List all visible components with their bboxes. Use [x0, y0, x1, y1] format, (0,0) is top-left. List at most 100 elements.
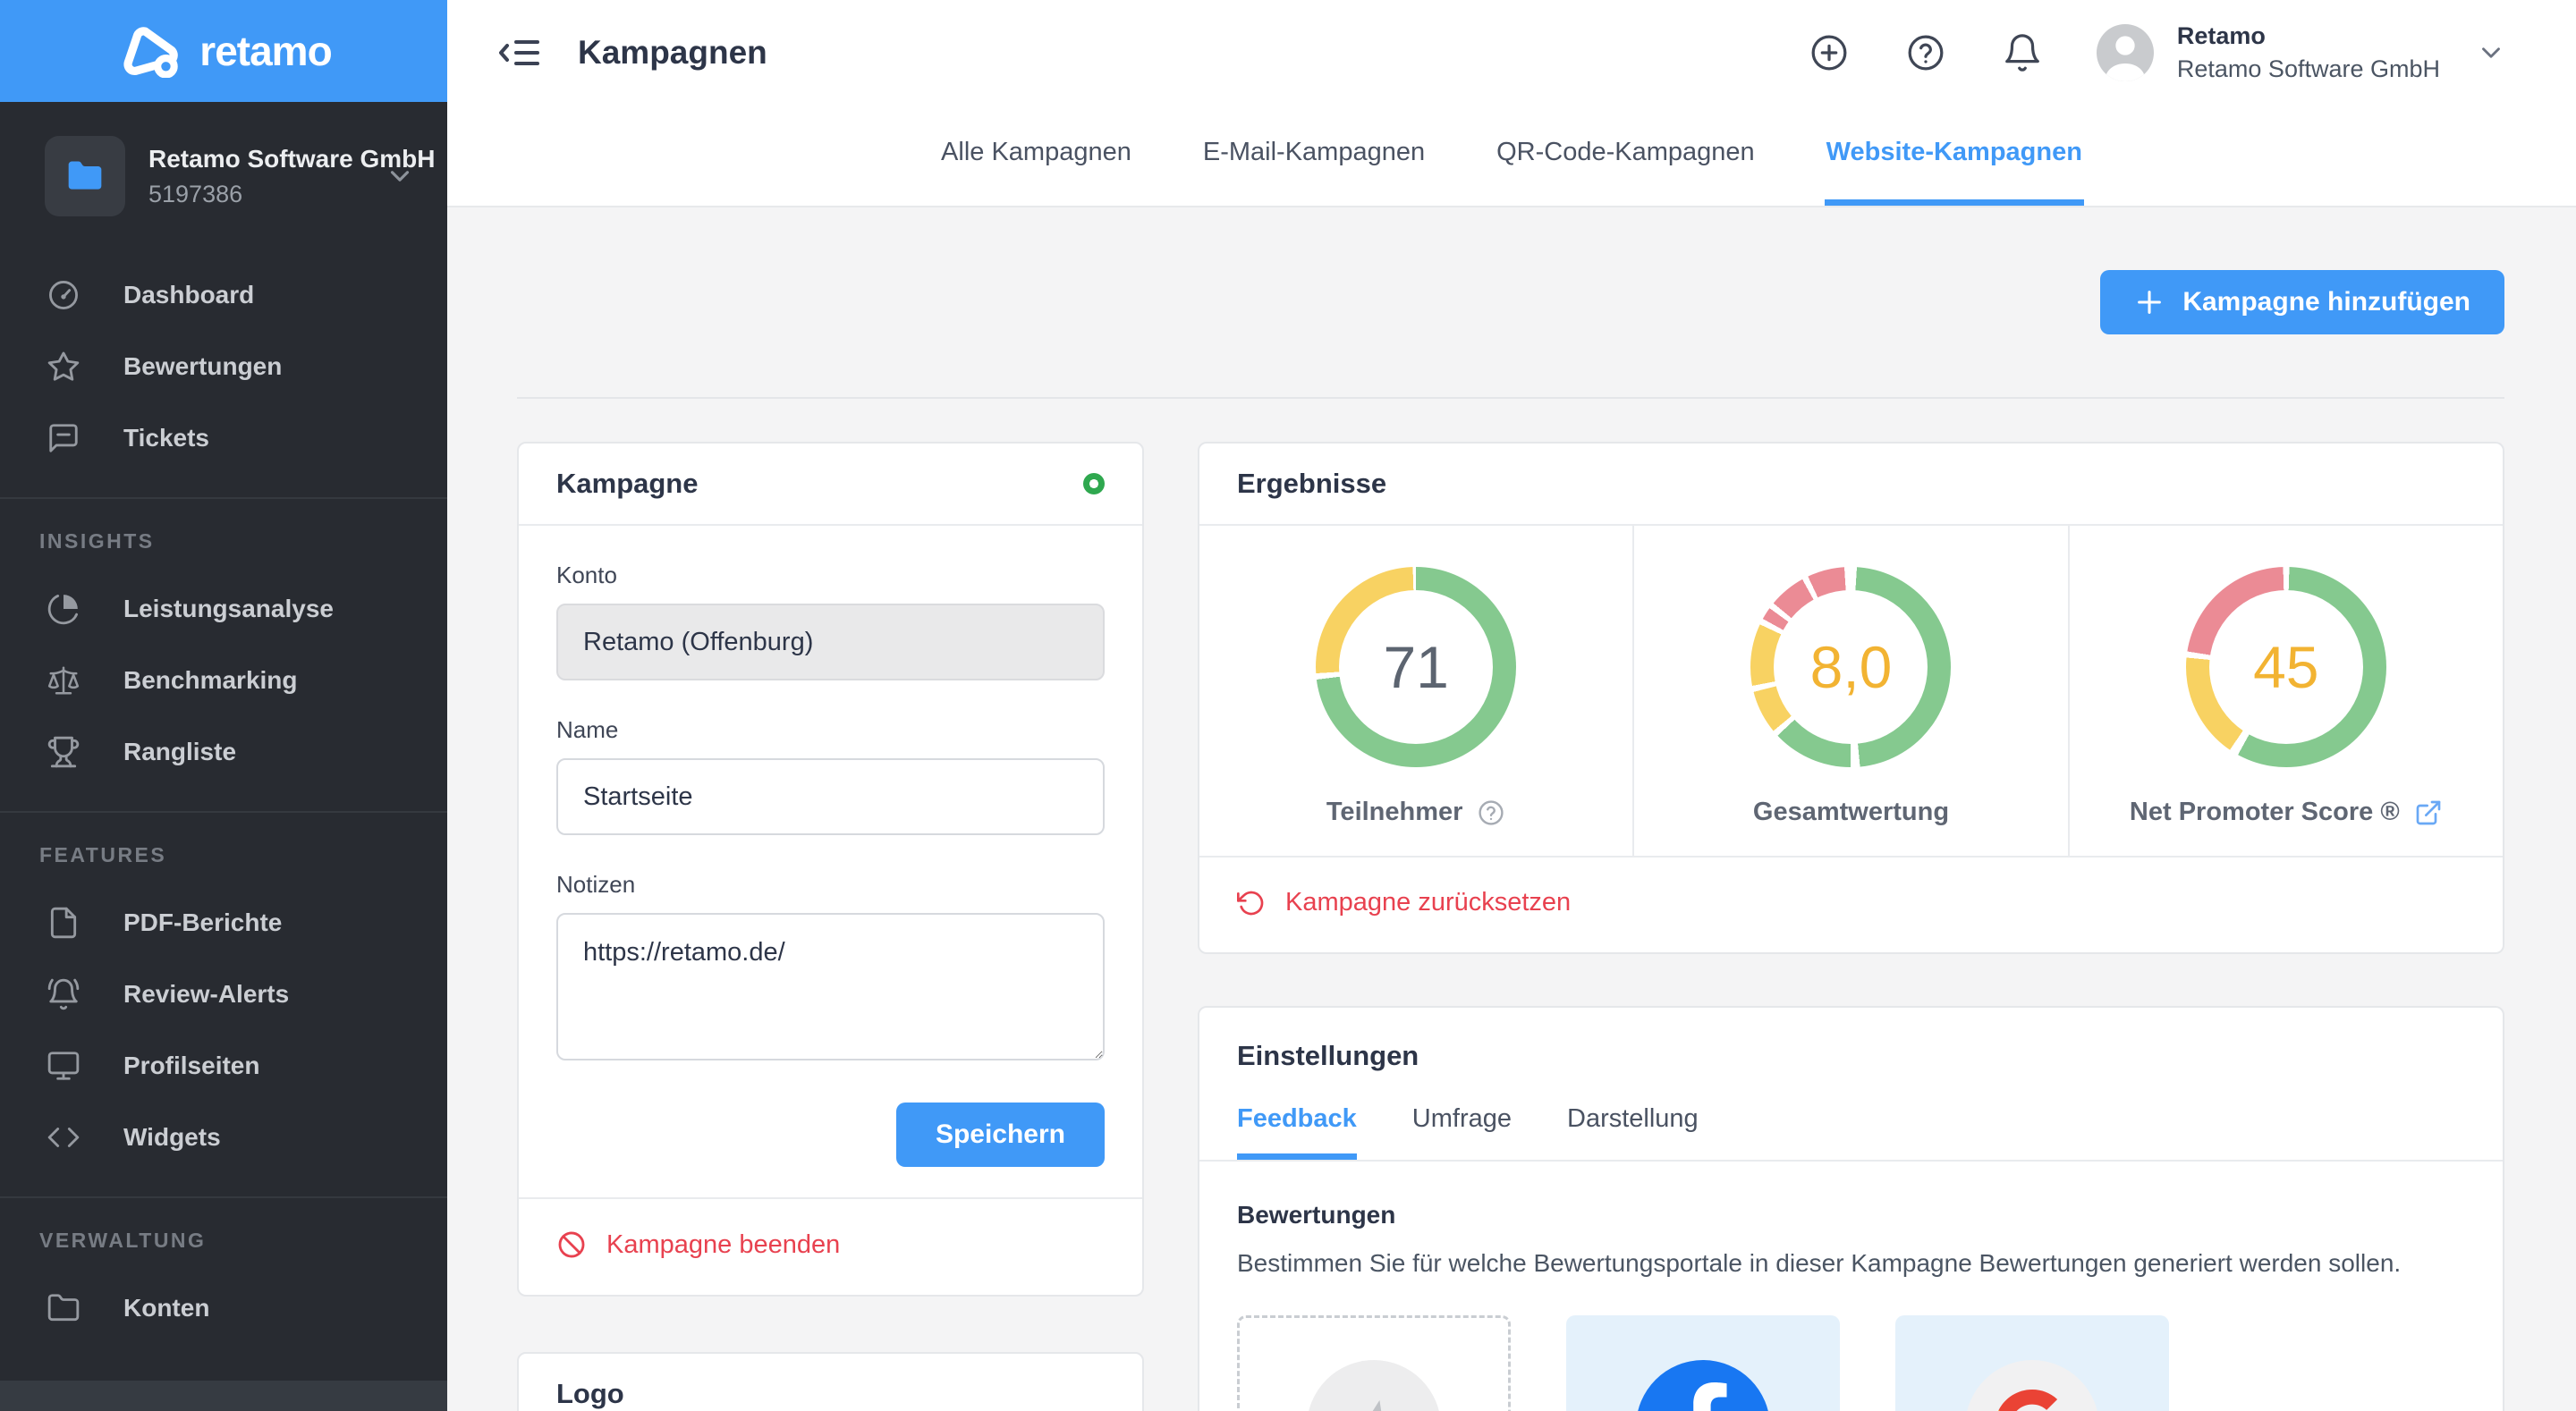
metric-nps: 45 Net Promoter Score ® [2070, 526, 2503, 856]
user-org: Retamo Software GmbH [2176, 55, 2440, 82]
sidebar-item-active-partial[interactable] [0, 1381, 447, 1411]
user-name: Retamo [2176, 22, 2266, 49]
brand-logo[interactable]: retamo [0, 0, 447, 102]
sidebar-item-widgets[interactable]: Widgets [0, 1102, 447, 1173]
gesamtwertung-label: Gesamtwertung [1752, 798, 1950, 826]
sidebar-item-dashboard[interactable]: Dashboard [0, 259, 447, 331]
sidebar-item-review-alerts[interactable]: Review-Alerts [0, 959, 447, 1030]
name-field[interactable] [556, 758, 1105, 835]
pie-chart-icon [45, 592, 82, 626]
tab-feedback[interactable]: Feedback [1237, 1104, 1357, 1160]
sidebar-item-profilseiten[interactable]: Profilseiten [0, 1030, 447, 1102]
campaign-card-title: Kampagne [556, 468, 699, 499]
sidebar-item-leistungsanalyse[interactable]: Leistungsanalyse [0, 573, 447, 645]
notizen-field[interactable]: https://retamo.de/ [556, 913, 1105, 1060]
help-circle-icon[interactable] [1905, 32, 1946, 73]
reset-campaign-link[interactable]: Kampagne zurücksetzen [1237, 888, 1571, 917]
tab-qr-code-kampagnen[interactable]: QR-Code-Kampagnen [1495, 106, 1757, 206]
sidebar-collapse-icon[interactable] [497, 34, 546, 72]
external-link-icon[interactable] [2414, 798, 2443, 827]
add-portal-tile[interactable] [1237, 1314, 1511, 1411]
sidebar-item-tickets[interactable]: Tickets [0, 402, 447, 474]
tab-umfrage[interactable]: Umfrage [1412, 1104, 1512, 1160]
ban-icon [556, 1229, 587, 1260]
sidebar-divider [0, 811, 447, 813]
brand-logo-text: retamo [199, 28, 332, 74]
sidebar-item-label: Dashboard [123, 281, 255, 308]
sidebar-item-label: Widgets [123, 1123, 221, 1151]
account-switcher[interactable]: Retamo Software GmbH 5197386 [0, 102, 447, 240]
message-square-icon [45, 421, 82, 455]
code-icon [45, 1120, 82, 1154]
google-icon [1965, 1359, 2099, 1411]
add-circle-icon[interactable] [1809, 32, 1850, 73]
sidebar-item-label: Profilseiten [123, 1052, 260, 1079]
campaign-card: Kampagne Konto Name Notizen https://reta… [517, 442, 1144, 1297]
save-button[interactable]: Speichern [895, 1103, 1105, 1167]
retamo-logo-icon [115, 24, 183, 78]
sidebar-divider [0, 497, 447, 499]
notizen-label: Notizen [556, 871, 636, 898]
sidebar-section-features: FEATURES [39, 843, 167, 866]
settings-card-title: Einstellungen [1237, 1039, 1419, 1071]
plus-icon [2134, 287, 2165, 317]
sidebar-item-benchmarking[interactable]: Benchmarking [0, 645, 447, 716]
facebook-icon [1636, 1359, 1770, 1411]
facebook-portal-tile[interactable] [1566, 1314, 1840, 1411]
sidebar-section-insights: INSIGHTS [39, 529, 155, 553]
avatar [2096, 24, 2154, 81]
file-icon [45, 906, 82, 940]
bewertungen-heading: Bewertungen [1237, 1200, 1396, 1229]
help-circle-icon[interactable] [1477, 798, 1505, 827]
nps-value: 45 [2253, 634, 2319, 700]
trophy-icon [45, 735, 82, 769]
app-window: retamo Retamo Software GmbH 5197386 Dash… [0, 0, 2576, 1411]
tab-website-kampagnen[interactable]: Website-Kampagnen [1824, 106, 2084, 206]
teilnehmer-donut-chart: 71 [1316, 567, 1517, 767]
account-id: 5197386 [148, 180, 243, 207]
campaign-tabs: Alle Kampagnen E-Mail-Kampagnen QR-Code-… [447, 106, 2576, 206]
bell-icon[interactable] [2002, 32, 2043, 73]
add-campaign-button[interactable]: Kampagne hinzufügen [2100, 270, 2504, 334]
name-label: Name [556, 716, 619, 743]
end-campaign-link[interactable]: Kampagne beenden [556, 1229, 840, 1260]
end-campaign-label: Kampagne beenden [606, 1229, 841, 1259]
sidebar-item-konten[interactable]: Konten [0, 1272, 447, 1344]
settings-tabs: Feedback Umfrage Darstellung [1237, 1104, 2465, 1160]
logo-card: Logo [517, 1352, 1144, 1411]
google-portal-tile[interactable] [1895, 1314, 2169, 1411]
user-menu[interactable]: Retamo Retamo Software GmbH [2096, 22, 2506, 83]
sidebar-item-label: Benchmarking [123, 666, 298, 694]
sidebar-item-pdf-berichte[interactable]: PDF-Berichte [0, 887, 447, 959]
sidebar-item-label: Leistungsanalyse [123, 595, 334, 622]
sidebar-item-label: Review-Alerts [123, 980, 290, 1008]
teilnehmer-label: Teilnehmer [1326, 798, 1463, 826]
sidebar-item-bewertungen[interactable]: Bewertungen [0, 331, 447, 402]
sidebar-nav: Dashboard Bewertungen Tickets INSIGHTS L… [0, 240, 447, 1344]
nps-label: Net Promoter Score ® [2129, 798, 2400, 826]
account-name: Retamo Software GmbH [148, 144, 436, 173]
user-meta: Retamo Retamo Software GmbH [2177, 22, 2440, 83]
konto-field [556, 604, 1105, 680]
tab-email-kampagnen[interactable]: E-Mail-Kampagnen [1201, 106, 1427, 206]
sidebar: retamo Retamo Software GmbH 5197386 Dash… [0, 0, 447, 1411]
folder-icon [45, 1291, 82, 1325]
sidebar-item-rangliste[interactable]: Rangliste [0, 716, 447, 788]
bewertungen-description: Bestimmen Sie für welche Bewertungsporta… [1237, 1248, 2402, 1277]
add-campaign-label: Kampagne hinzufügen [2182, 287, 2470, 317]
sidebar-item-label: Rangliste [123, 738, 237, 765]
navigation-arrow-icon [1307, 1359, 1441, 1411]
bell-ring-icon [45, 977, 82, 1011]
reset-campaign-label: Kampagne zurücksetzen [1285, 888, 1572, 917]
sidebar-item-label: Bewertungen [123, 352, 283, 380]
toolbar: Kampagne hinzufügen [517, 207, 2504, 399]
metric-teilnehmer: 71 Teilnehmer [1199, 526, 1635, 856]
account-folder-icon [45, 136, 125, 216]
tab-darstellung[interactable]: Darstellung [1567, 1104, 1699, 1160]
sidebar-divider [0, 1196, 447, 1198]
account-meta: Retamo Software GmbH 5197386 [148, 144, 436, 208]
sidebar-item-label: PDF-Berichte [123, 908, 283, 936]
tab-alle-kampagnen[interactable]: Alle Kampagnen [939, 106, 1133, 206]
portal-tiles [1237, 1314, 2465, 1411]
gesamtwertung-value: 8,0 [1809, 634, 1893, 700]
